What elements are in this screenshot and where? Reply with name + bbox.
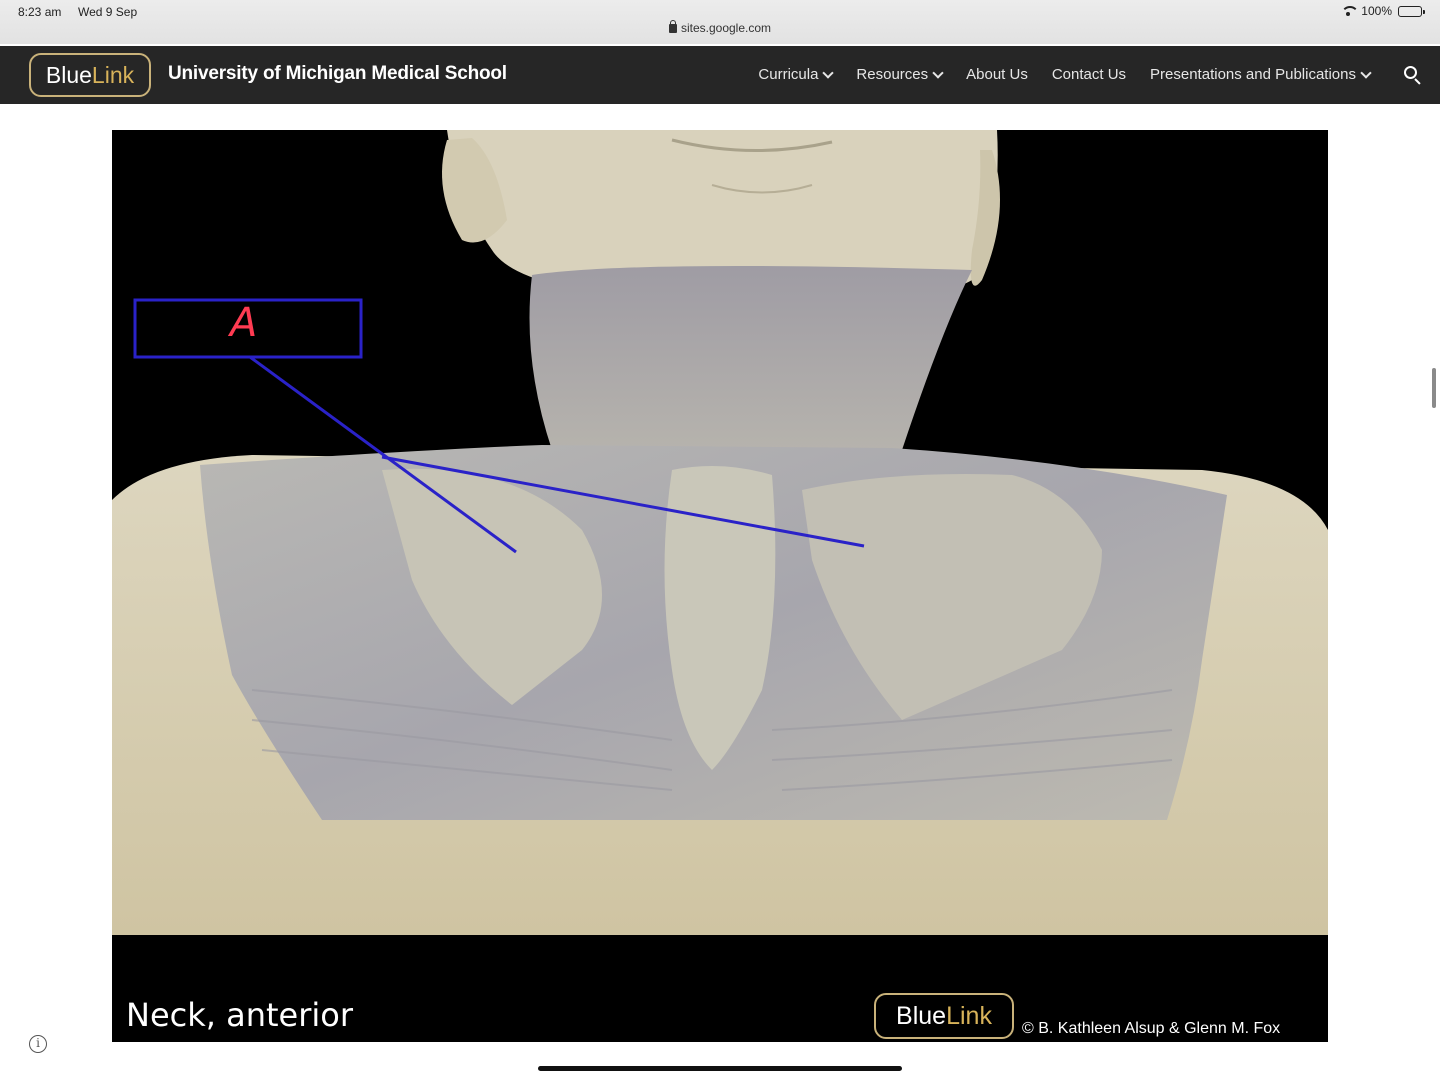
- bluelink-logo[interactable]: BlueLink: [29, 53, 151, 97]
- battery-percent: 100%: [1361, 4, 1392, 18]
- nav-label: Curricula: [758, 66, 819, 83]
- scrollbar[interactable]: [1432, 368, 1436, 408]
- watermark-text-link: Link: [946, 1002, 992, 1030]
- nav-item-about-us[interactable]: About Us: [966, 66, 1028, 83]
- wifi-icon: [1341, 6, 1360, 16]
- status-right: 100%: [1341, 4, 1425, 18]
- nav-label: Contact Us: [1051, 66, 1127, 83]
- chevron-down-icon: [1360, 66, 1372, 79]
- chevron-down-icon: [932, 66, 944, 79]
- bluelink-watermark-logo: BlueLink: [874, 993, 1014, 1039]
- url-text: sites.google.com: [680, 21, 772, 35]
- nav-item-presentations[interactable]: Presentations and Publications: [1150, 66, 1372, 83]
- anatomy-image: [112, 130, 1328, 935]
- status-time: 8:23 am: [18, 5, 62, 19]
- annotation-label: A: [230, 300, 258, 346]
- copyright-text: © B. Kathleen Alsup & Glenn M. Fox: [1022, 1020, 1281, 1037]
- main-nav: Curricula Resources About Us Contact Us …: [758, 66, 1372, 83]
- info-icon[interactable]: i: [29, 1035, 47, 1053]
- battery-icon: [1398, 5, 1425, 17]
- anatomy-figure: A Neck, anterior BlueLink © B. Kathleen …: [112, 130, 1328, 1042]
- site-header: BlueLink University of Michigan Medical …: [0, 46, 1440, 104]
- logo-text-link: Link: [91, 62, 135, 88]
- nav-label: Presentations and Publications: [1150, 66, 1356, 83]
- chevron-down-icon: [822, 66, 835, 79]
- watermark-text-blue: Blue: [896, 1002, 947, 1030]
- status-bar: 8:23 am Wed 9 Sep sites.google.com 100%: [0, 0, 1440, 44]
- figure-caption: Neck, anterior: [126, 996, 353, 1034]
- nav-label: Resources: [856, 66, 929, 83]
- site-title[interactable]: University of Michigan Medical School: [168, 63, 507, 85]
- status-date: Wed 9 Sep: [78, 5, 138, 19]
- nav-label: About Us: [966, 66, 1028, 83]
- home-indicator[interactable]: [538, 1066, 902, 1071]
- lock-icon: [668, 20, 677, 33]
- logo-text-blue: Blue: [45, 62, 92, 88]
- search-icon[interactable]: [1404, 66, 1422, 85]
- nav-item-curricula[interactable]: Curricula: [758, 66, 835, 83]
- nav-item-resources[interactable]: Resources: [856, 66, 944, 83]
- nav-item-contact-us[interactable]: Contact Us: [1052, 66, 1126, 83]
- address-bar[interactable]: sites.google.com: [0, 20, 1440, 35]
